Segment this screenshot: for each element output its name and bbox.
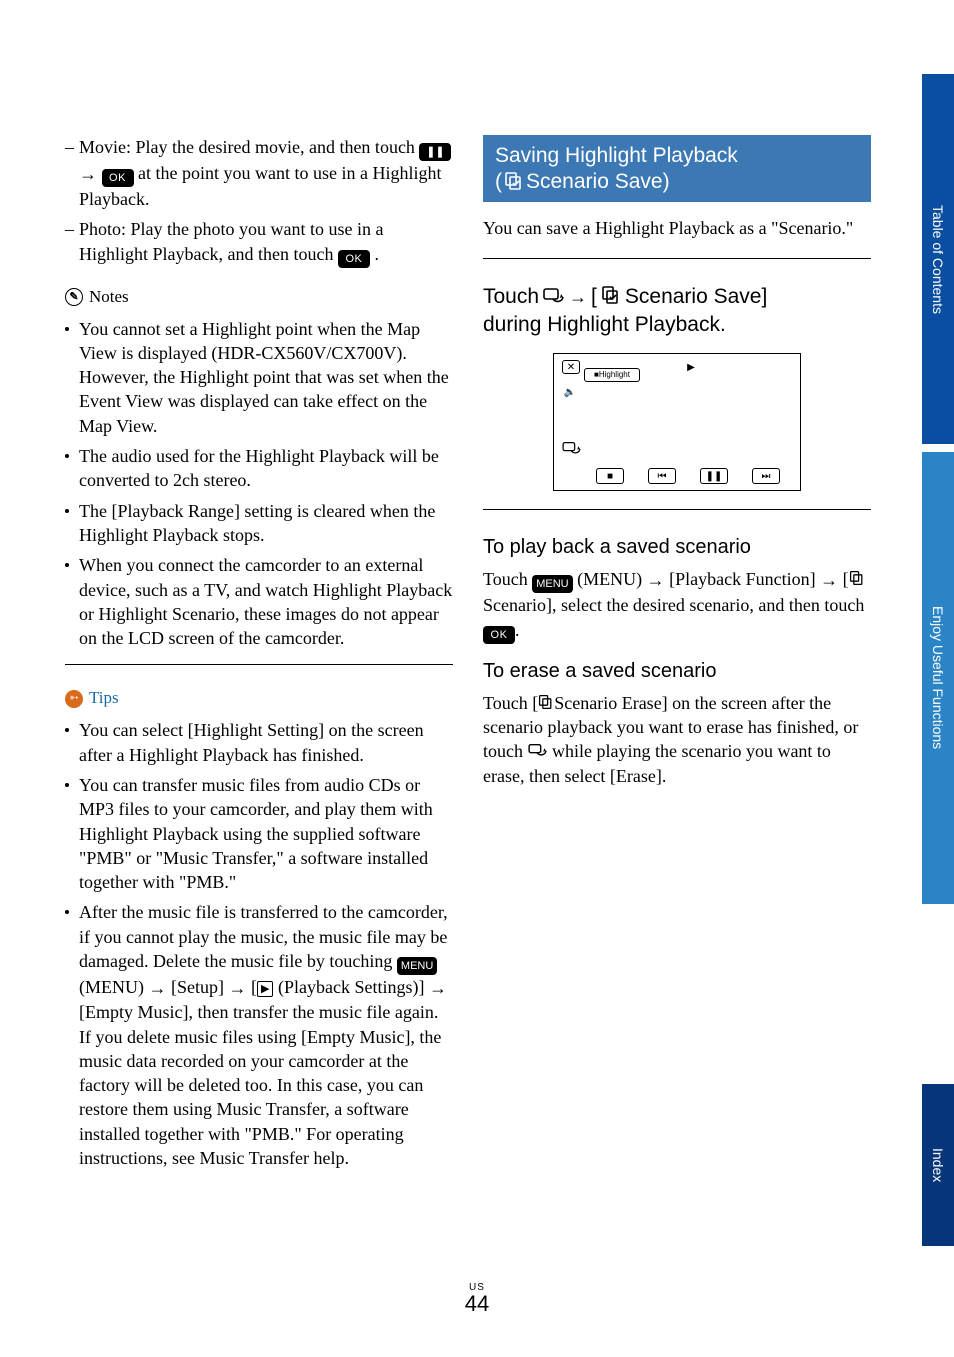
divider [483,258,871,259]
intro-paragraph: You can save a Highlight Playback as a "… [483,216,871,240]
arrow-icon: → [149,976,167,1000]
menu-icon: MENU [532,575,572,593]
text: Scenario Save] [625,283,767,311]
close-button[interactable]: ✕ [562,360,580,374]
action-icon [543,286,565,307]
arrow-icon: → [79,162,97,186]
tab-index[interactable]: Index [922,1084,954,1246]
text: (Playback Settings)] [273,977,428,997]
tip-item: After the music file is transferred to t… [65,900,453,1170]
arrow-icon: → [229,976,247,1000]
note-item: The audio used for the Highlight Playbac… [65,444,453,493]
stop-button[interactable]: ■ [596,468,624,484]
text: [Playback Function] [669,569,820,589]
text: [ [591,283,597,311]
left-column: Movie: Play the desired movie, and then … [65,135,453,1176]
scenario-icon [538,694,554,714]
step-heading: Touch → [ Scenario Save] during Highligh… [483,283,871,340]
dash-item-photo: Photo: Play the photo you want to use in… [65,217,453,267]
tip-item: You can transfer music files from audio … [65,773,453,894]
arrow-icon: → [820,568,838,592]
section-banner: Saving Highlight Playback ( Scenario Sav… [483,135,871,202]
ok-icon: OK [338,250,370,268]
page-number: 44 [0,1291,954,1317]
text: . [515,620,520,640]
playback-body: Touch MENU (MENU) → [Playback Function] … [483,567,871,643]
player-screen: ✕ ■ Highlight 🔈 ▶ ■ ⏮ ❚❚ ⏭ [553,353,801,491]
play-icon: ▶ [684,360,698,374]
play-icon: ▶ [257,981,273,997]
text: Touch [ [483,693,538,713]
text: . [374,244,379,264]
pause-icon: ❚❚ [419,143,451,161]
scenario-icon [849,570,865,590]
subheading-playback: To play back a saved scenario [483,534,871,561]
two-column-layout: Movie: Play the desired movie, and then … [65,135,899,1176]
text: (MENU) [79,977,149,997]
notes-heading: ✎ Notes [65,286,453,309]
arrow-icon: → [569,285,587,309]
note-item: You cannot set a Highlight point when th… [65,317,453,438]
subheading-erase: To erase a saved scenario [483,658,871,685]
arrow-icon: → [647,568,665,592]
page-footer: US 44 [0,1282,954,1317]
text: (MENU) [577,569,647,589]
menu-icon: MENU [397,957,437,975]
right-column: Saving Highlight Playback ( Scenario Sav… [483,135,871,1176]
tab-toc[interactable]: Table of Contents [922,74,954,444]
pause-button[interactable]: ❚❚ [700,468,728,484]
tip-item: You can select [Highlight Setting] on th… [65,718,453,767]
tips-icon: ➳ [65,690,83,708]
text: After the music file is transferred to t… [79,902,448,971]
next-button[interactable]: ⏭ [752,468,780,484]
tips-label: Tips [89,687,119,710]
prev-button[interactable]: ⏮ [648,468,676,484]
text: Scenario], select the desired scenario, … [483,595,864,615]
scenario-icon [601,285,621,308]
scenario-icon [504,171,524,194]
screenshot: ✕ ■ Highlight 🔈 ▶ ■ ⏮ ❚❚ ⏭ [483,353,871,491]
text: at the point you want to use in a Highli… [79,163,441,209]
dash-list: Movie: Play the desired movie, and then … [65,135,453,268]
tips-list: You can select [Highlight Setting] on th… [65,718,453,1170]
action-icon [528,742,548,762]
arrow-icon: → [429,976,447,1000]
banner-line1: Saving Highlight Playback [495,143,859,169]
ok-icon: OK [483,626,515,644]
text: during Highlight Playback. [483,311,871,339]
tab-enjoy[interactable]: Enjoy Useful Functions [922,452,954,904]
divider [65,664,453,665]
speaker-icon[interactable]: 🔈 [562,384,578,400]
text: Scenario Save) [526,169,670,195]
notes-label: Notes [89,286,129,309]
ok-icon: OK [102,169,134,187]
text: Touch [483,283,539,311]
banner-line2: ( Scenario Save) [495,169,859,195]
action-button[interactable] [562,440,582,456]
text: Touch [483,569,532,589]
erase-body: Touch [Scenario Erase] on the screen aft… [483,691,871,788]
highlight-badge: ■ Highlight [584,368,640,382]
tips-heading: ➳ Tips [65,687,453,710]
notes-list: You cannot set a Highlight point when th… [65,317,453,651]
page: Movie: Play the desired movie, and then … [0,0,954,1357]
notes-icon: ✎ [65,288,83,306]
text: ( [495,169,502,195]
text: [Empty Music], then transfer the music f… [79,1002,441,1168]
side-tabs: Table of Contents Enjoy Useful Functions… [922,0,954,1357]
note-item: When you connect the camcorder to an ext… [65,553,453,650]
text: Movie: Play the desired movie, and then … [79,137,419,157]
divider [483,509,871,510]
dash-item-movie: Movie: Play the desired movie, and then … [65,135,453,211]
text: [Setup] [171,977,229,997]
note-item: The [Playback Range] setting is cleared … [65,499,453,548]
